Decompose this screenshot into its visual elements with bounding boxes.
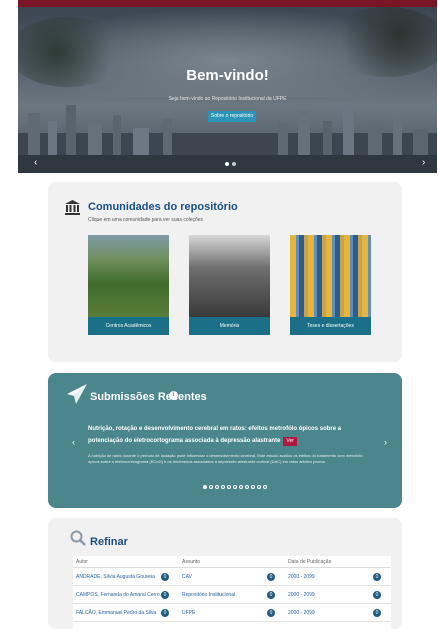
recent-dot[interactable]: [209, 485, 213, 489]
recent-dot[interactable]: [203, 485, 207, 489]
facet-count-badge: 0: [373, 609, 381, 617]
facet-row[interactable]: FALCÃO, Emmanuel Pedro da Silva 0: [73, 604, 179, 622]
facet-row[interactable]: CAMPOS, Fernanda do Amaral Cerro... 0: [73, 586, 179, 604]
hero-prev-arrow[interactable]: ‹: [34, 157, 37, 168]
submission-title[interactable]: Nutrição, rotação e desenvolvimento cere…: [88, 426, 341, 444]
facet-row[interactable]: 2000 - 2099 0: [285, 586, 391, 604]
recent-submissions-panel: Submissões Recentes i Nutrição, rotação …: [48, 373, 402, 508]
recent-submissions-title: Submissões Recentes: [90, 391, 207, 403]
facet-label[interactable]: ANDRADE, Sílvia Augusta Gouveia: [76, 574, 155, 580]
facet-column-date: Data de Publicação 2000 - 2099 0 2000 - 2…: [285, 556, 391, 622]
facet-header: Assunto: [179, 556, 285, 568]
facet-column-author: Autor ANDRADE, Sílvia Augusta Gouveia 0 C…: [73, 556, 179, 622]
facet-label[interactable]: 2000 - 2099: [288, 592, 315, 598]
community-label: Memória: [189, 317, 270, 335]
community-label: Centros Acadêmicos: [88, 317, 169, 335]
facet-label[interactable]: Repositório Institucional: [182, 592, 235, 598]
facet-count-badge: 0: [373, 573, 381, 581]
hero-city-skyline: [18, 103, 437, 173]
facet-row[interactable]: 2000 - 2099 0: [285, 604, 391, 622]
hero-pagination: [225, 162, 236, 166]
community-image: [189, 235, 270, 317]
recent-dot[interactable]: [263, 485, 267, 489]
recent-dot[interactable]: [251, 485, 255, 489]
communities-panel: Comunidades do repositório Clique em uma…: [48, 182, 402, 362]
community-card-centros[interactable]: Centros Acadêmicos: [88, 235, 169, 335]
paper-plane-icon: [67, 384, 87, 404]
hero-next-arrow[interactable]: ›: [422, 157, 425, 168]
recent-dot[interactable]: [239, 485, 243, 489]
facet-column-subject: Assunto CAV 0 Repositório Institucional 0 …: [179, 556, 285, 622]
recent-dot[interactable]: [233, 485, 237, 489]
facet-header: Autor: [73, 556, 179, 568]
facet-row[interactable]: CAV 0: [179, 568, 285, 586]
refine-title: Refinar: [90, 536, 128, 548]
facet-count-badge: 0: [161, 573, 169, 581]
recent-pagination: [203, 485, 267, 489]
community-label: Teses e dissertações: [290, 317, 371, 335]
facet-row[interactable]: Repositório Institucional 0: [179, 586, 285, 604]
communities-subtitle: Clique em uma comunidade para ver suas c…: [88, 217, 204, 223]
facet-row[interactable]: ANDRADE, Sílvia Augusta Gouveia 0: [73, 568, 179, 586]
recent-dot[interactable]: [215, 485, 219, 489]
hero-subtitle: Seja bem-vindo ao Repositório Institucio…: [168, 96, 287, 102]
facet-count-badge: 0: [267, 573, 275, 581]
view-submission-tag[interactable]: Ver: [283, 437, 297, 446]
recent-dot[interactable]: [221, 485, 225, 489]
facet-label[interactable]: 2000 - 2099: [288, 610, 315, 616]
recent-dot[interactable]: [245, 485, 249, 489]
community-card-memoria[interactable]: Memória: [189, 235, 270, 335]
hero-carousel: Bem-vindo! Seja bem-vindo ao Repositório…: [18, 7, 437, 173]
submission-headline[interactable]: Nutrição, rotação e desenvolvimento cere…: [88, 423, 373, 447]
refine-panel: Refinar Autor ANDRADE, Sílvia Augusta Go…: [48, 518, 402, 629]
refine-facets: Autor ANDRADE, Sílvia Augusta Gouveia 0 C…: [73, 556, 391, 629]
communities-title: Comunidades do repositório: [88, 201, 238, 213]
recent-dot[interactable]: [257, 485, 261, 489]
facet-row[interactable]: UFPE 0: [179, 604, 285, 622]
submission-abstract: A nutrição de ratos durante o período de…: [88, 453, 363, 464]
top-bar: [18, 0, 437, 7]
facet-count-badge: 0: [267, 609, 275, 617]
facet-count-badge: 0: [161, 591, 169, 599]
institution-icon: [65, 200, 80, 215]
facet-label[interactable]: UFPE: [182, 610, 195, 616]
facet-label[interactable]: FALCÃO, Emmanuel Pedro da Silva: [76, 610, 156, 616]
facet-count-badge: 0: [161, 609, 169, 617]
hero-dot[interactable]: [232, 162, 236, 166]
info-icon[interactable]: i: [169, 391, 178, 400]
recent-prev-arrow[interactable]: ‹: [72, 437, 75, 447]
community-image: [290, 235, 371, 317]
search-icon: [70, 530, 86, 546]
facet-count-badge: 0: [373, 591, 381, 599]
facet-label[interactable]: CAV: [182, 574, 192, 580]
hero-title: Bem-vindo!: [186, 67, 269, 84]
facet-count-badge: 0: [267, 591, 275, 599]
facet-header: Data de Publicação: [285, 556, 391, 568]
recent-dot[interactable]: [227, 485, 231, 489]
community-card-teses[interactable]: Teses e dissertações: [290, 235, 371, 335]
about-repository-button[interactable]: Sobre o repositório: [208, 111, 256, 122]
recent-next-arrow[interactable]: ›: [384, 437, 387, 447]
facet-row[interactable]: 2000 - 2099 0: [285, 568, 391, 586]
facet-label[interactable]: CAMPOS, Fernanda do Amaral Cerro...: [76, 592, 164, 598]
facet-label[interactable]: 2000 - 2099: [288, 574, 315, 580]
hero-dot[interactable]: [225, 162, 229, 166]
community-image: [88, 235, 169, 317]
